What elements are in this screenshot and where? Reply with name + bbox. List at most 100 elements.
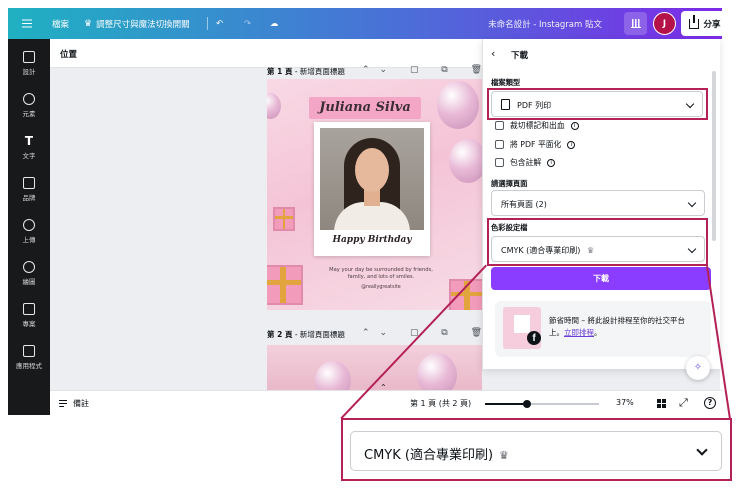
document-title[interactable]: 未命名設計 - Instagram 貼文	[488, 8, 602, 39]
context-toolbar: 位置	[50, 39, 482, 68]
balloon-graphic	[437, 81, 479, 129]
crown-icon: ♛	[84, 18, 93, 29]
undo-icon[interactable]: ↶	[216, 8, 223, 39]
zoom-level[interactable]: 37%	[616, 398, 634, 407]
redo-icon[interactable]: ↷	[244, 8, 251, 39]
draw-icon	[23, 261, 35, 273]
zoomed-value-text: CMYK (適合專業印刷)	[364, 448, 494, 463]
color-profile-highlight	[487, 218, 708, 266]
page-tools[interactable]: ⌃⌄ ▢ ⧉ 🗑	[362, 65, 492, 75]
color-profile-select-zoomed: CMYK (適合專業印刷) ♛	[350, 431, 722, 471]
resize-label: 調整尺寸與魔法切換開關	[96, 19, 190, 30]
share-label: 分享	[703, 19, 721, 30]
pages-label: 請選擇頁面	[491, 179, 528, 188]
page-title-2[interactable]: 第 2 頁 - 新增頁面標題	[267, 329, 345, 340]
fullscreen-icon[interactable]: ⤢	[679, 396, 688, 410]
info-icon[interactable]: i	[567, 140, 576, 149]
message-text: May your day be surrounded by friends, f…	[329, 267, 433, 280]
option-crop-marks[interactable]: 裁切標記和出血 i	[495, 120, 579, 131]
rail-label: 應用程式	[16, 362, 42, 370]
name-banner: Juliana Silva	[309, 97, 421, 119]
page-title-text: - 新增頁面標題	[292, 330, 345, 339]
menu-icon[interactable]	[18, 8, 36, 39]
zoom-callout: CMYK (適合專業印刷) ♛	[341, 418, 732, 481]
cloud-sync-icon[interactable]: ☁	[270, 8, 279, 39]
notes-button[interactable]: 備註	[73, 398, 89, 409]
resize-button[interactable]: ♛ 調整尺寸與魔法切換開關	[84, 8, 190, 39]
panel-scrollbar[interactable]	[712, 71, 716, 241]
zoomed-value: CMYK (適合專業印刷) ♛	[364, 444, 509, 463]
top-bar: 檔案 ♛ 調整尺寸與魔法切換開關 ↶ ↷ ☁ 未命名設計 - Instagram…	[8, 8, 729, 39]
rail-item-projects[interactable]: 專案	[8, 299, 50, 335]
rail-label: 品牌	[22, 194, 36, 202]
page-tools[interactable]: ⌃⌄ ▢ ⧉ 🗑	[362, 328, 492, 338]
checkbox[interactable]	[495, 158, 504, 167]
upload-icon	[23, 219, 35, 231]
divider	[207, 17, 208, 30]
download-button[interactable]: 下載	[491, 267, 711, 290]
balloon-graphic	[315, 361, 351, 390]
option-flatten-pdf[interactable]: 將 PDF 平面化 i	[495, 139, 576, 150]
photo-frame: Happy Birthday	[314, 122, 430, 256]
grid-view-icon[interactable]	[657, 399, 666, 408]
pages-select[interactable]: 所有頁面 (2)	[491, 190, 705, 216]
side-rail: 設計 元素 T 文字 品牌 上傳 繪圖 專案 應用程式	[8, 39, 50, 415]
layout-icon	[23, 51, 35, 63]
rail-item-apps[interactable]: 應用程式	[8, 341, 50, 377]
rail-item-draw[interactable]: 繪圖	[8, 257, 50, 293]
file-menu[interactable]: 檔案	[52, 8, 69, 39]
balloon-graphic	[267, 93, 281, 119]
info-icon[interactable]: i	[570, 121, 579, 130]
file-type-label: 檔案類型	[491, 78, 521, 87]
rail-label: 元素	[22, 110, 36, 118]
file-type-highlight	[487, 88, 708, 120]
chevron-down-icon	[687, 198, 697, 208]
option-label: 裁切標記和出血	[510, 121, 565, 130]
promo-text: 節省時間 – 將此設計排程至你的社交平台 上。立即排程。	[549, 315, 709, 339]
design-page-1[interactable]: Juliana Silva Happy Birthday May your da…	[267, 79, 482, 310]
help-icon[interactable]: ?	[704, 397, 716, 409]
zoom-slider-handle[interactable]	[523, 400, 531, 408]
balloon-graphic	[417, 353, 457, 390]
notes-icon[interactable]	[59, 399, 67, 407]
option-label: 將 PDF 平面化	[510, 140, 562, 149]
checkbox[interactable]	[495, 140, 504, 149]
greeting-text: Happy Birthday	[332, 235, 412, 245]
page-indicator[interactable]: 第 1 頁 (共 2 頁)	[410, 398, 471, 409]
checkbox[interactable]	[495, 121, 504, 130]
zoom-slider[interactable]	[485, 400, 599, 408]
rail-item-elements[interactable]: 元素	[8, 89, 50, 125]
info-icon[interactable]: i	[547, 158, 556, 167]
option-label: 包含註解	[510, 158, 542, 167]
folder-icon	[23, 303, 35, 315]
page-title-1[interactable]: 第 1 頁 - 新增頁面標題	[267, 66, 345, 77]
schedule-now-link[interactable]: 立即排程	[564, 328, 594, 337]
promo-line2-suffix: 。	[594, 328, 602, 337]
panel-title: 下載	[511, 51, 529, 61]
rail-item-uploads[interactable]: 上傳	[8, 215, 50, 251]
avatar[interactable]: J	[653, 12, 676, 35]
shapes-icon	[23, 93, 35, 105]
back-arrow-icon[interactable]: ‹	[491, 47, 495, 60]
share-icon	[689, 14, 700, 29]
balloon-graphic	[449, 139, 482, 183]
promo-line1: 節省時間 – 將此設計排程至你的社交平台	[549, 316, 686, 325]
chevron-down-icon	[696, 444, 708, 456]
rail-label: 繪圖	[22, 278, 36, 286]
insights-icon[interactable]	[624, 12, 647, 35]
facebook-icon: f	[527, 331, 541, 345]
pages-value: 所有頁面 (2)	[501, 200, 547, 209]
crown-icon: ♛	[499, 449, 509, 462]
rail-item-brand[interactable]: 品牌	[8, 173, 50, 209]
page-number: 第 2 頁	[267, 330, 293, 339]
bottom-bar: 備註 第 1 頁 (共 2 頁) 37% ⤢ ?	[50, 390, 722, 415]
position-button[interactable]: 位置	[60, 48, 77, 60]
zoom-slider-fill	[485, 403, 527, 405]
option-include-notes[interactable]: 包含註解 i	[495, 157, 556, 168]
magic-assist-button[interactable]: ✧	[686, 356, 710, 380]
share-button[interactable]: 分享	[681, 11, 729, 36]
apps-icon	[23, 345, 35, 357]
gift-graphic	[449, 279, 482, 310]
rail-item-text[interactable]: T 文字	[8, 131, 50, 167]
rail-item-design[interactable]: 設計	[8, 47, 50, 83]
